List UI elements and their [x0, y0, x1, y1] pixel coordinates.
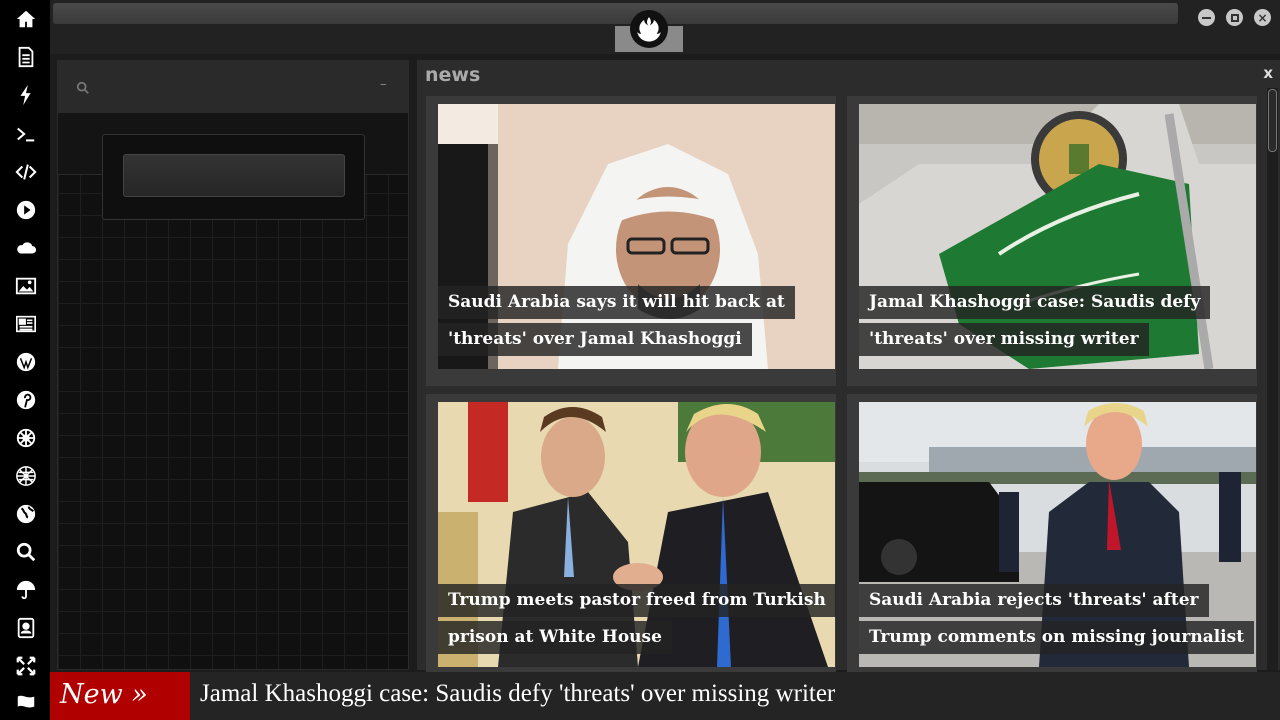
- pinterest-icon[interactable]: [13, 387, 39, 413]
- news-card-headline: Saudi Arabia rejects 'threats' after Tru…: [859, 582, 1256, 656]
- umbrella-icon[interactable]: [13, 577, 39, 603]
- globe-mesh-icon[interactable]: [13, 463, 39, 489]
- search-icon[interactable]: [13, 539, 39, 565]
- search-input[interactable]: [123, 154, 345, 197]
- news-scrollbar[interactable]: [1267, 88, 1278, 670]
- news-close-button[interactable]: x: [1263, 64, 1273, 82]
- ticker-headline[interactable]: Jamal Khashoggi case: Saudis defy 'threa…: [200, 672, 835, 720]
- news-card[interactable]: Trump meets pastor freed from Turkish pr…: [426, 394, 836, 684]
- search-panel: –: [57, 60, 409, 670]
- news-card[interactable]: Jamal Khashoggi case: Saudis defy 'threa…: [847, 96, 1257, 386]
- maximize-button[interactable]: [1226, 9, 1243, 26]
- home-icon[interactable]: [13, 6, 39, 32]
- app-rail: [0, 0, 50, 720]
- newspaper-icon[interactable]: [13, 311, 39, 337]
- rebel-alliance-logo-icon[interactable]: [630, 10, 668, 48]
- news-card[interactable]: Saudi Arabia rejects 'threats' after Tru…: [847, 394, 1257, 684]
- news-card-headline: Trump meets pastor freed from Turkish pr…: [438, 582, 836, 656]
- top-bar: ×: [50, 0, 1280, 54]
- document-icon[interactable]: [13, 44, 39, 70]
- news-ticker: New » Jamal Khashoggi case: Saudis defy …: [50, 672, 1280, 720]
- play-icon[interactable]: [13, 197, 39, 223]
- ticker-label: New »: [50, 672, 190, 720]
- address-bar[interactable]: [53, 3, 1178, 24]
- news-card-headline-text: Saudi Arabia says it will hit back at 't…: [438, 286, 795, 356]
- wordpress-icon[interactable]: [13, 349, 39, 375]
- contacts-icon[interactable]: [13, 615, 39, 641]
- news-panel: news x Saudi Arabia says it will hit bac…: [417, 60, 1280, 684]
- gear-wheel-icon[interactable]: [13, 425, 39, 451]
- expand-icon[interactable]: [13, 653, 39, 679]
- search-panel-header: –: [58, 61, 408, 113]
- news-card-headline: Jamal Khashoggi case: Saudis defy 'threa…: [859, 284, 1256, 358]
- code-icon[interactable]: [13, 159, 39, 185]
- news-panel-title: news: [425, 64, 481, 86]
- close-window-button[interactable]: ×: [1254, 9, 1271, 26]
- cloud-icon[interactable]: [13, 235, 39, 261]
- news-scrollbar-thumb[interactable]: [1268, 89, 1277, 152]
- lightning-icon[interactable]: [13, 82, 39, 108]
- news-card-headline-text: Trump meets pastor freed from Turkish pr…: [438, 584, 836, 654]
- search-box-frame: [102, 134, 365, 220]
- news-card-headline-text: Jamal Khashoggi case: Saudis defy 'threa…: [859, 286, 1211, 356]
- minimize-button[interactable]: [1198, 9, 1215, 26]
- search-icon: [76, 81, 89, 94]
- collapse-button[interactable]: –: [380, 77, 390, 92]
- terminal-icon[interactable]: [13, 121, 39, 147]
- news-card[interactable]: Saudi Arabia says it will hit back at 't…: [426, 96, 836, 386]
- earth-icon[interactable]: [13, 501, 39, 527]
- image-icon[interactable]: [13, 273, 39, 299]
- flag-icon[interactable]: [13, 690, 39, 716]
- news-card-headline-text: Saudi Arabia rejects 'threats' after Tru…: [859, 584, 1255, 654]
- news-card-headline: Saudi Arabia says it will hit back at 't…: [438, 284, 835, 358]
